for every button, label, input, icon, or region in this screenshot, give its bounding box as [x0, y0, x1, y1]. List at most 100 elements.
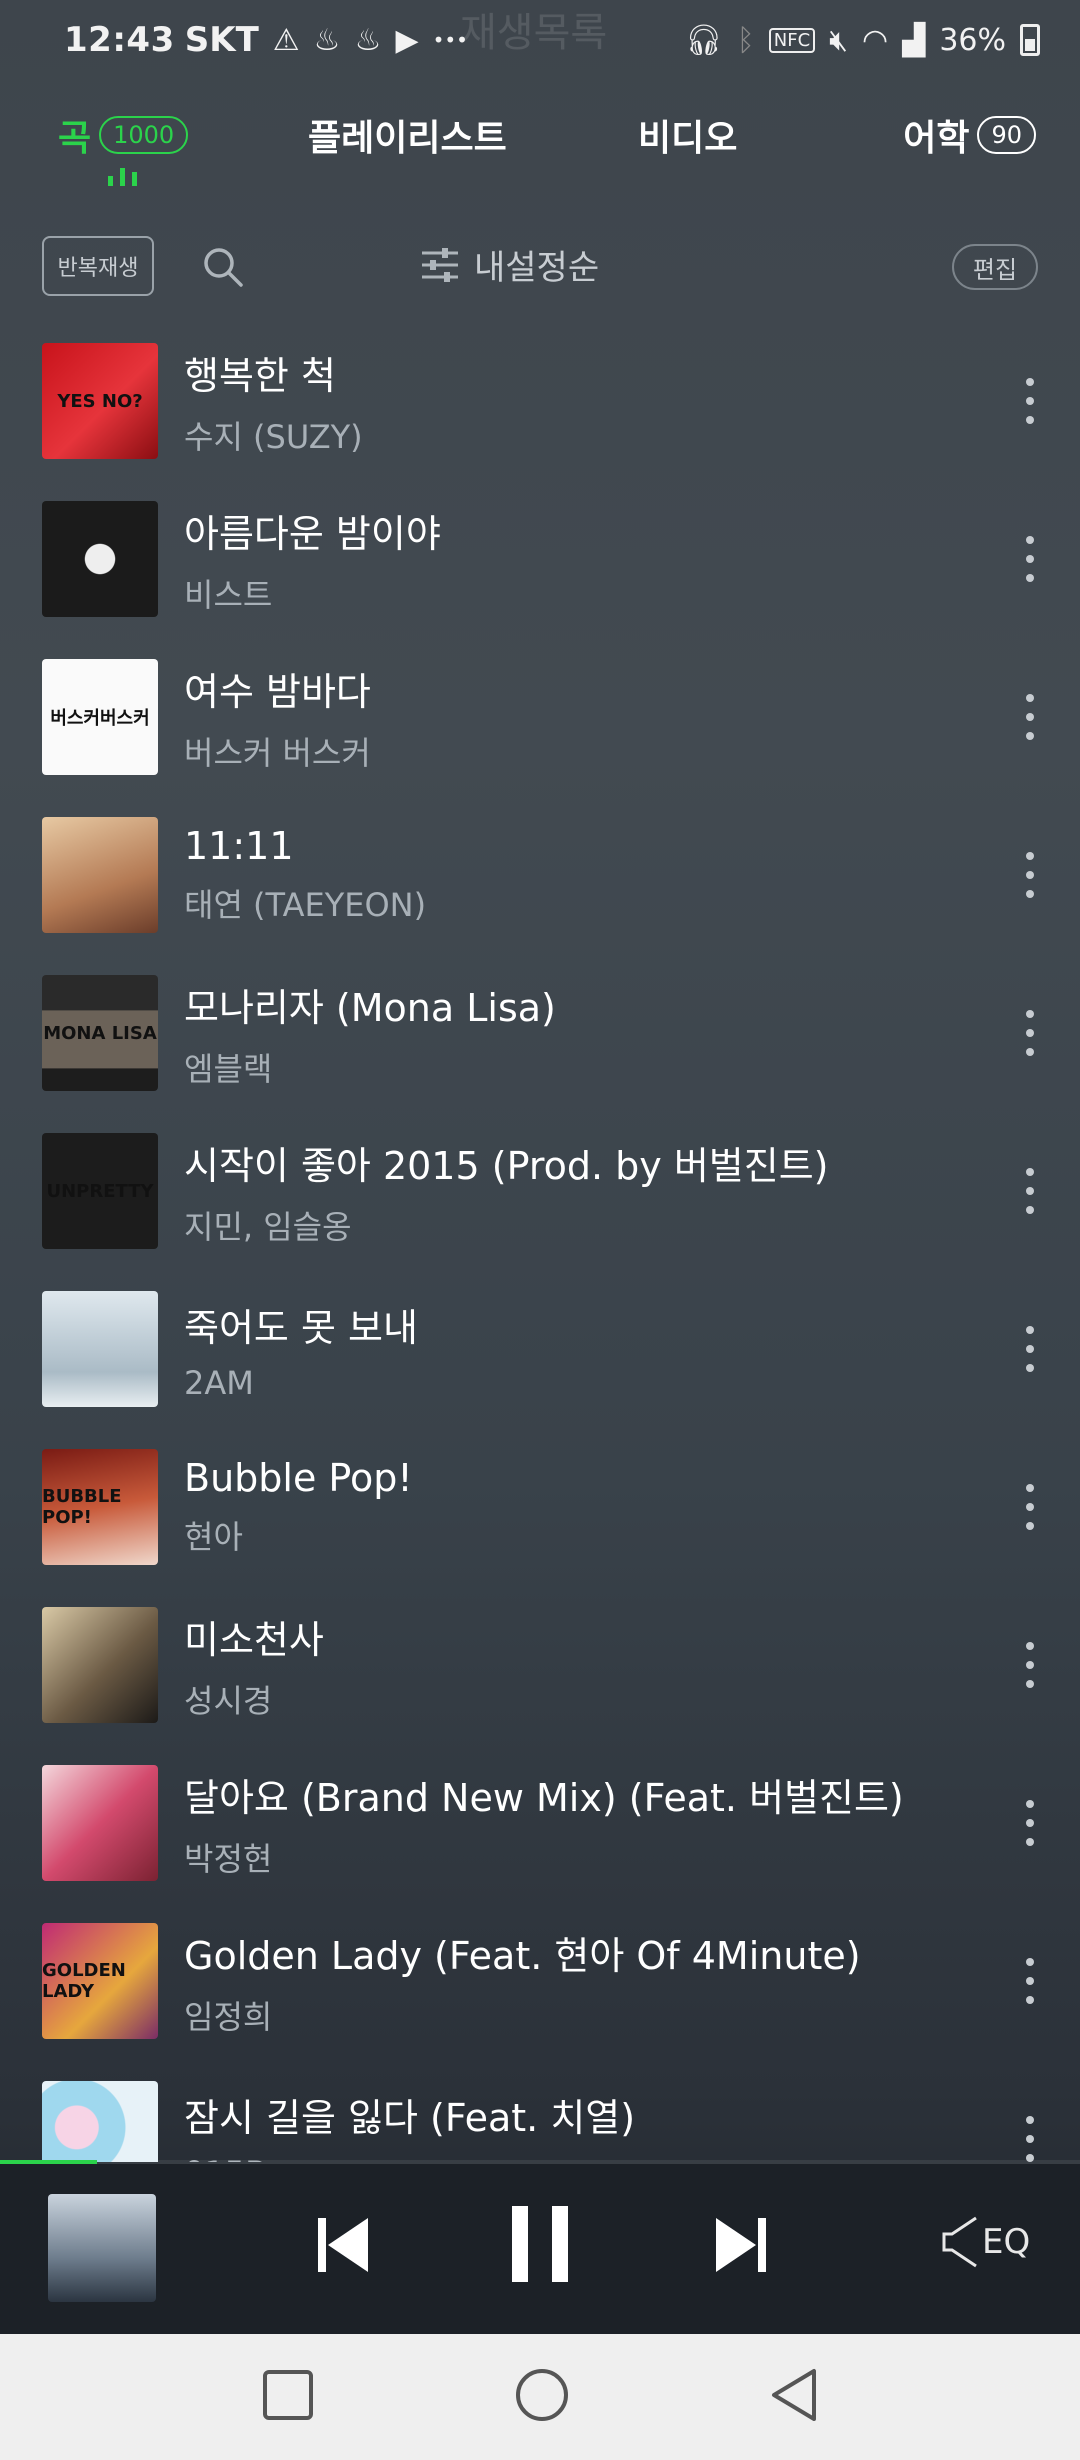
song-meta: 달아요 (Brand New Mix) (Feat. 버벌진트) 박정현 — [184, 1767, 904, 1880]
song-row[interactable]: 잠시 길을 잃다 (Feat. 치열)015B — [0, 2060, 1080, 2162]
song-title: 여수 밤바다 — [184, 669, 371, 714]
sort-sliders-icon — [422, 247, 458, 282]
speaker-icon — [942, 2216, 977, 2268]
album-art-text — [42, 1765, 158, 1881]
more-options-icon[interactable] — [1020, 1642, 1040, 1688]
edit-label: 편집 — [972, 255, 1018, 284]
more-options-icon[interactable] — [1020, 694, 1040, 740]
album-art: MONA LISA — [42, 975, 158, 1091]
song-artist: 성시경 — [184, 1681, 273, 1720]
app-icon: ♨ — [354, 22, 382, 58]
album-art-text — [42, 1291, 158, 1407]
song-row[interactable]: 죽어도 못 보내 2AM — [0, 1270, 1080, 1428]
tab-videos[interactable]: 비디오 — [638, 109, 878, 161]
song-meta: 잠시 길을 잃다 (Feat. 치열)015B — [184, 2087, 635, 2163]
tab-count-badge: 1000 — [99, 116, 189, 154]
song-title: 잠시 길을 잃다 (Feat. 치열) — [184, 2095, 636, 2140]
song-row[interactable]: MONA LISA 모나리자 (Mona Lisa) 엠블랙 — [0, 954, 1080, 1112]
back-icon[interactable] — [770, 2367, 818, 2427]
tab-songs[interactable]: 곡 1000 — [58, 109, 308, 161]
tab-playlists[interactable]: 플레이리스트 — [308, 109, 608, 161]
album-art — [42, 817, 158, 933]
song-row[interactable]: BUBBLE POP! Bubble Pop! 현아 — [0, 1428, 1080, 1586]
now-playing-indicator-icon — [108, 168, 137, 186]
signal-icon: ▟ — [902, 22, 926, 58]
song-title: 행복한 척 — [184, 353, 336, 398]
album-art-text — [42, 2081, 158, 2162]
tab-label: 어학 — [903, 118, 970, 159]
repeat-button[interactable]: 반복재생 — [42, 236, 154, 296]
song-artist: 비스트 — [184, 575, 273, 614]
app-icon: ♨ — [313, 22, 341, 58]
album-art-text — [42, 501, 158, 617]
headphones-icon: 🎧︎ — [684, 22, 723, 58]
tab-language[interactable]: 어학 90 — [903, 109, 1036, 161]
more-options-icon[interactable] — [1020, 1168, 1040, 1214]
song-artist: 버스커 버스커 — [184, 733, 371, 772]
mute-icon: 🔇︎ — [829, 22, 849, 58]
song-meta: 아름다운 밤이야 비스트 — [184, 503, 441, 616]
song-meta: Bubble Pop! 현아 — [184, 1456, 413, 1558]
more-options-icon[interactable] — [1020, 852, 1040, 898]
album-art — [42, 2081, 158, 2162]
more-options-icon[interactable] — [1020, 536, 1040, 582]
song-row[interactable]: UNPRETTY 시작이 좋아 2015 (Prod. by 버벌진트) 지민, 임… — [0, 1112, 1080, 1270]
bluetooth-icon: ᛒ — [736, 22, 755, 58]
list-toolbar: 반복재생 내설정순 편집 — [0, 230, 1080, 310]
song-row[interactable]: GOLDEN LADY Golden Lady (Feat. 현아 Of 4Min… — [0, 1902, 1080, 2060]
album-art — [42, 1765, 158, 1881]
recents-icon[interactable] — [262, 2369, 314, 2425]
status-carrier: SKT — [184, 20, 259, 60]
song-title: 미소천사 — [184, 1617, 324, 1662]
pause-icon[interactable] — [510, 2204, 570, 2288]
song-meta: 시작이 좋아 2015 (Prod. by 버벌진트) 지민, 임슬옹 — [184, 1135, 829, 1248]
more-options-icon[interactable] — [1020, 1958, 1040, 2004]
song-meta: 행복한 척 수지 (SUZY) — [184, 345, 363, 458]
system-nav-bar — [0, 2334, 1080, 2460]
previous-icon[interactable] — [316, 2214, 370, 2280]
song-row[interactable]: 11:11 태연 (TAEYEON) — [0, 796, 1080, 954]
tab-bar: 곡 1000 플레이리스트 비디오 어학 90 — [0, 95, 1080, 175]
album-art: GOLDEN LADY — [42, 1923, 158, 2039]
album-art-text: 버스커버스커 — [50, 708, 150, 729]
song-artist: 현아 — [184, 1518, 243, 1556]
album-art-text: MONA LISA — [43, 1022, 157, 1044]
song-artist: 2AM — [184, 1363, 254, 1402]
song-meta: 죽어도 못 보내 2AM — [184, 1297, 418, 1402]
song-row[interactable]: YES NO? 행복한 척 수지 (SUZY) — [0, 322, 1080, 480]
edit-button[interactable]: 편집 — [952, 244, 1038, 290]
more-options-icon[interactable] — [1020, 1010, 1040, 1056]
song-artist: 엠블랙 — [184, 1049, 273, 1088]
more-options-icon[interactable] — [1020, 1484, 1040, 1530]
song-row[interactable]: 미소천사성시경 — [0, 1586, 1080, 1744]
song-row[interactable]: 아름다운 밤이야 비스트 — [0, 480, 1080, 638]
song-row[interactable]: 달아요 (Brand New Mix) (Feat. 버벌진트) 박정현 — [0, 1744, 1080, 1902]
tab-label: 비디오 — [638, 118, 738, 159]
album-art-text: BUBBLE POP! — [42, 1486, 122, 1528]
song-title: 시작이 좋아 2015 (Prod. by 버벌진트) — [184, 1143, 829, 1188]
song-meta: 11:11 태연 (TAEYEON) — [184, 824, 426, 926]
album-art — [42, 1291, 158, 1407]
song-title: Golden Lady (Feat. 현아 Of 4Minute) — [184, 1933, 861, 1978]
now-playing-album-art[interactable] — [48, 2194, 156, 2302]
mini-player: EQ — [0, 2164, 1080, 2334]
song-list: YES NO? 행복한 척 수지 (SUZY) 아름다운 밤이야 비스트버스커버스커 여수… — [0, 322, 1080, 2162]
song-row[interactable]: 버스커버스커 여수 밤바다버스커 버스커 — [0, 638, 1080, 796]
sort-button[interactable]: 내설정순 — [420, 240, 599, 289]
eq-button[interactable]: EQ — [940, 2214, 1030, 2270]
wifi-icon: ◠ — [862, 22, 889, 58]
battery-icon — [1020, 24, 1040, 56]
more-options-icon[interactable] — [1020, 1800, 1040, 1846]
more-options-icon[interactable] — [1020, 378, 1040, 424]
nfc-icon: NFC — [768, 27, 816, 53]
next-icon[interactable] — [714, 2214, 768, 2280]
song-title: 달아요 (Brand New Mix) (Feat. 버벌진트) — [184, 1775, 904, 1820]
song-title: Bubble Pop! — [184, 1456, 413, 1500]
search-icon[interactable] — [200, 244, 246, 290]
home-icon[interactable] — [514, 2367, 570, 2427]
album-art: YES NO? — [42, 343, 158, 459]
more-options-icon[interactable] — [1020, 1326, 1040, 1372]
song-artist: 지민, 임슬옹 — [184, 1207, 352, 1246]
more-options-icon[interactable] — [1020, 2116, 1040, 2162]
sort-label: 내설정순 — [474, 248, 600, 288]
